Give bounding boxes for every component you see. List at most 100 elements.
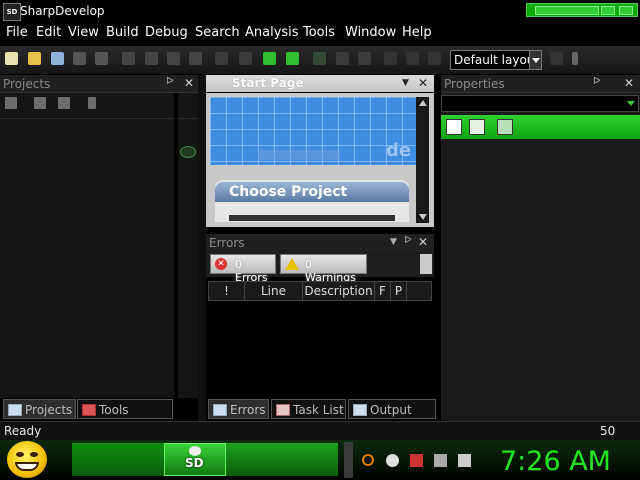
pin-icon[interactable]: ᐅ (593, 76, 601, 87)
column-file[interactable]: F (375, 282, 391, 300)
projects-pad[interactable] (0, 93, 198, 398)
build-icon[interactable] (263, 52, 276, 65)
layout-dropdown[interactable]: Default layout (450, 50, 542, 70)
paste-icon[interactable] (167, 52, 180, 65)
scroll-up-icon[interactable] (419, 100, 427, 106)
close-icon[interactable]: ✕ (624, 76, 634, 90)
step-over-icon[interactable] (384, 52, 397, 65)
network-icon[interactable] (386, 454, 399, 467)
menu-tools[interactable]: Tools (303, 25, 335, 40)
column-line[interactable]: Line (245, 282, 303, 300)
menu-file[interactable]: File (6, 25, 28, 40)
menu-edit[interactable]: Edit (36, 25, 61, 40)
divider (0, 118, 198, 119)
menu-analysis[interactable]: Analysis (245, 25, 299, 40)
property-pages-icon[interactable] (497, 119, 513, 135)
errors-list[interactable] (208, 301, 432, 395)
output-icon (353, 404, 367, 416)
pad-splitter[interactable] (174, 93, 178, 421)
tab-tools[interactable]: Tools (77, 399, 173, 419)
quick-launch-area[interactable] (72, 443, 164, 476)
menu-window[interactable]: Window (345, 25, 396, 40)
minimize-button[interactable] (535, 6, 599, 15)
speaker-icon[interactable] (458, 454, 471, 467)
undo-icon[interactable] (215, 52, 228, 65)
pin-icon[interactable]: ᐅ (166, 76, 174, 87)
delete-icon[interactable] (189, 52, 202, 65)
layout-option-icon[interactable] (550, 52, 563, 65)
sort-alphabetical-icon[interactable] (469, 119, 485, 135)
start-page-tab[interactable]: Start Page ▼ ✕ (206, 75, 434, 92)
taskbar-buttons-area[interactable] (226, 443, 338, 476)
add-project-icon[interactable] (5, 97, 17, 109)
redo-icon[interactable] (239, 52, 252, 65)
start-button[interactable] (7, 441, 47, 478)
chevron-down-icon[interactable] (627, 101, 635, 106)
clock[interactable]: 7:26 AM (500, 446, 611, 477)
collapse-icon[interactable] (88, 97, 96, 109)
refresh-icon[interactable] (58, 97, 70, 109)
warnings-filter-button[interactable]: 0 Warnings (280, 254, 367, 284)
maximize-button[interactable] (601, 6, 615, 15)
chevron-down-icon[interactable] (529, 51, 541, 69)
choose-project-title: Choose Project (229, 184, 348, 200)
close-icon[interactable]: ✕ (418, 235, 428, 249)
close-button[interactable] (619, 6, 633, 15)
rebuild-icon[interactable] (286, 52, 299, 65)
copy-icon[interactable] (145, 52, 158, 65)
categorized-icon[interactable] (446, 119, 462, 135)
tab-task-list[interactable]: Task List (271, 399, 346, 419)
menu-build[interactable]: Build (106, 25, 139, 40)
tab-errors[interactable]: Errors (208, 399, 269, 419)
new-file-icon[interactable] (5, 52, 18, 65)
column-project[interactable]: P (391, 282, 407, 300)
close-icon[interactable]: ✕ (184, 76, 194, 90)
tab-output[interactable]: Output (348, 399, 436, 419)
tab-list-icon[interactable]: ▼ (402, 78, 409, 88)
menu-view[interactable]: View (68, 25, 99, 40)
smiley-icon (16, 452, 24, 457)
object-selector[interactable] (441, 95, 639, 112)
open-project-icon[interactable] (51, 52, 64, 65)
step-into-icon[interactable] (406, 52, 419, 65)
taskbar-app-label: SD (185, 456, 204, 470)
open-icon[interactable] (28, 52, 41, 65)
run-without-debug-icon[interactable] (336, 52, 349, 65)
status-bar (0, 421, 640, 440)
scroll-down-icon[interactable] (419, 214, 427, 220)
column-description[interactable]: Description (303, 282, 375, 300)
menu-search[interactable]: Search (195, 25, 240, 40)
save-icon[interactable] (73, 52, 86, 65)
toolbar-overflow-icon[interactable] (572, 52, 578, 65)
flag-icon[interactable] (410, 454, 423, 467)
scrollbar[interactable] (416, 97, 429, 223)
pad-splitter[interactable] (198, 75, 206, 421)
stop-icon[interactable] (358, 52, 371, 65)
close-icon[interactable]: ✕ (418, 76, 428, 90)
menu-debug[interactable]: Debug (145, 25, 188, 40)
device-icon[interactable] (434, 454, 447, 467)
run-icon[interactable] (313, 52, 326, 65)
pin-icon[interactable]: ᐅ (404, 235, 412, 246)
errors-column-header: ! Line Description F P (208, 281, 432, 301)
layout-value: Default layout (454, 53, 540, 67)
add-item-icon[interactable] (34, 97, 46, 109)
tab-list-icon[interactable]: ▼ (390, 237, 397, 247)
errors-filter-button[interactable]: ✕ 0 Errors (210, 254, 276, 284)
errors-toolbar-overflow[interactable] (420, 254, 432, 274)
tab-projects[interactable]: Projects (3, 399, 76, 419)
tray-expander[interactable] (344, 442, 353, 478)
main-toolbar (0, 46, 640, 74)
tab-label: Output (370, 403, 412, 417)
taskbar-app-sharpdevelop[interactable]: SD (164, 443, 226, 476)
step-out-icon[interactable] (428, 52, 441, 65)
menu-help[interactable]: Help (402, 25, 432, 40)
errors-pad-title: Errors (209, 236, 245, 250)
column-severity[interactable]: ! (209, 282, 245, 300)
errors-pad-header: Errors ▼ ᐅ ✕ (206, 234, 434, 252)
tools-icon (82, 404, 96, 416)
cut-icon[interactable] (122, 52, 135, 65)
properties-pad-header: Properties ᐅ ✕ (441, 75, 640, 93)
search-icon[interactable] (362, 454, 374, 466)
save-all-icon[interactable] (95, 52, 108, 65)
